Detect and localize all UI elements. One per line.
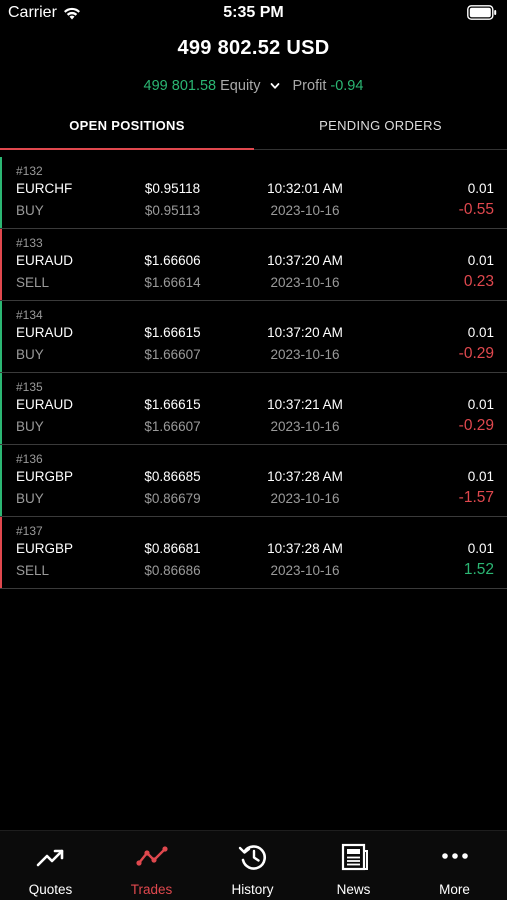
positions-tabs: OPEN POSITIONS PENDING ORDERS xyxy=(0,112,507,150)
trade-side: BUY xyxy=(16,491,44,506)
side-indicator xyxy=(0,517,2,588)
trade-side: BUY xyxy=(16,347,44,362)
open-time: 10:37:21 AM xyxy=(267,397,343,412)
open-price: $1.66606 xyxy=(144,253,201,268)
status-bar: Carrier 5:35 PM xyxy=(0,0,507,28)
history-icon xyxy=(238,845,266,870)
ticket-number: #133 xyxy=(16,236,43,250)
current-price: $1.66607 xyxy=(144,347,201,362)
symbol: EURAUD xyxy=(16,253,74,268)
open-price: $1.66615 xyxy=(144,325,201,340)
position-row[interactable]: #136 EURGBP BUY $0.86685 $0.86679 10:37:… xyxy=(0,445,507,517)
status-time: 5:35 PM xyxy=(223,4,284,21)
symbol: EURGBP xyxy=(16,541,74,556)
open-price: $0.86685 xyxy=(144,469,201,484)
positions-list: #132 EURCHF BUY $0.95118 $0.95113 10:32:… xyxy=(0,157,507,589)
tab-label: Trades xyxy=(130,882,173,897)
trades-screen: Carrier 5:35 PM 499 802.52 USD 499 801.5… xyxy=(0,0,507,900)
account-summary[interactable]: 499 801.58 Equity Profit -0.94 xyxy=(0,78,507,94)
tab-label: News xyxy=(336,882,371,897)
current-price: $0.95113 xyxy=(144,203,201,218)
tab-news[interactable]: News xyxy=(303,831,404,900)
open-price: $1.66615 xyxy=(144,397,201,412)
account-balance: 499 802.52 USD xyxy=(177,37,330,59)
ticket-number: #135 xyxy=(16,380,43,394)
position-profit: 0.23 xyxy=(463,273,494,290)
position-row[interactable]: #135 EURAUD BUY $1.66615 $1.66607 10:37:… xyxy=(0,373,507,445)
side-indicator xyxy=(0,373,2,444)
open-time: 10:37:28 AM xyxy=(267,541,343,556)
ticket-number: #137 xyxy=(16,524,43,538)
volume: 0.01 xyxy=(467,469,494,484)
position-row[interactable]: #132 EURCHF BUY $0.95118 $0.95113 10:32:… xyxy=(0,157,507,229)
current-price: $1.66607 xyxy=(144,419,201,434)
side-indicator xyxy=(0,157,2,228)
open-date: 2023-10-16 xyxy=(270,275,340,290)
open-price: $0.95118 xyxy=(144,181,201,196)
more-dots-icon xyxy=(441,853,468,859)
tab-quotes[interactable]: Quotes xyxy=(0,831,101,900)
side-indicator xyxy=(0,229,2,300)
open-date: 2023-10-16 xyxy=(270,347,340,362)
tab-pending-orders[interactable]: PENDING ORDERS xyxy=(254,112,507,150)
ticket-number: #134 xyxy=(16,308,43,322)
trades-line-icon xyxy=(135,846,168,866)
open-time: 10:32:01 AM xyxy=(267,181,343,196)
position-row[interactable]: #134 EURAUD BUY $1.66615 $1.66607 10:37:… xyxy=(0,301,507,373)
symbol: EURAUD xyxy=(16,397,74,412)
position-profit: -0.55 xyxy=(458,201,494,218)
newspaper-icon xyxy=(341,843,368,871)
tab-more[interactable]: More xyxy=(404,831,505,900)
trade-side: BUY xyxy=(16,203,44,218)
tab-label: History xyxy=(231,882,274,897)
tab-label: More xyxy=(439,882,470,897)
chevron-down-icon[interactable] xyxy=(270,81,280,91)
ticket-number: #132 xyxy=(16,164,43,178)
profit-value: -0.94 xyxy=(330,78,364,94)
tab-open-positions[interactable]: OPEN POSITIONS xyxy=(0,112,254,150)
volume: 0.01 xyxy=(467,325,494,340)
trade-side: BUY xyxy=(16,419,44,434)
open-date: 2023-10-16 xyxy=(270,419,340,434)
profit-label: Profit xyxy=(292,78,327,94)
ticket-number: #136 xyxy=(16,452,43,466)
current-price: $1.66614 xyxy=(144,275,201,290)
volume: 0.01 xyxy=(467,181,494,196)
open-time: 10:37:20 AM xyxy=(267,253,343,268)
volume: 0.01 xyxy=(467,541,494,556)
tab-history[interactable]: History xyxy=(202,831,303,900)
trade-side: SELL xyxy=(16,563,50,578)
volume: 0.01 xyxy=(467,253,494,268)
open-time: 10:37:20 AM xyxy=(267,325,343,340)
position-profit: -1.57 xyxy=(458,489,494,506)
equity-value: 499 801.58 xyxy=(143,78,217,94)
position-profit: -0.29 xyxy=(458,417,494,434)
side-indicator xyxy=(0,301,2,372)
open-date: 2023-10-16 xyxy=(270,491,340,506)
side-indicator xyxy=(0,445,2,516)
open-price: $0.86681 xyxy=(144,541,201,556)
symbol: EURAUD xyxy=(16,325,74,340)
trend-up-icon xyxy=(36,849,63,867)
open-time: 10:37:28 AM xyxy=(267,469,343,484)
tab-trades[interactable]: Trades xyxy=(101,831,202,900)
position-profit: -0.29 xyxy=(458,345,494,362)
open-date: 2023-10-16 xyxy=(270,563,340,578)
battery-icon xyxy=(467,5,497,20)
trade-side: SELL xyxy=(16,275,50,290)
position-profit: 1.52 xyxy=(463,561,494,578)
equity-label: Equity xyxy=(220,78,261,94)
position-row[interactable]: #137 EURGBP SELL $0.86681 $0.86686 10:37… xyxy=(0,517,507,589)
current-price: $0.86686 xyxy=(144,563,201,578)
volume: 0.01 xyxy=(467,397,494,412)
bottom-tab-bar: Quotes Trades History News More xyxy=(0,830,507,900)
tab-label: Quotes xyxy=(28,882,73,897)
symbol: EURGBP xyxy=(16,469,74,484)
open-date: 2023-10-16 xyxy=(270,203,340,218)
current-price: $0.86679 xyxy=(144,491,201,506)
symbol: EURCHF xyxy=(16,181,73,196)
position-row[interactable]: #133 EURAUD SELL $1.66606 $1.66614 10:37… xyxy=(0,229,507,301)
